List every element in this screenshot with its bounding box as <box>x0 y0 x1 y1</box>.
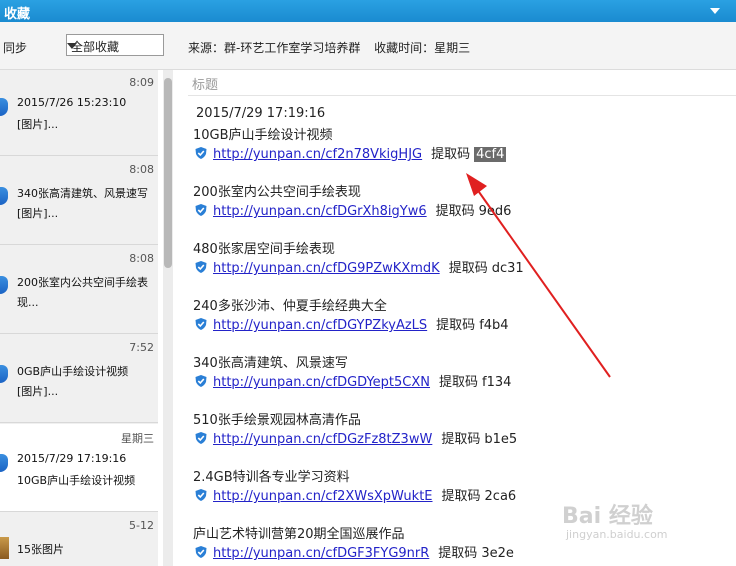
extraction-code: b1e5 <box>484 432 518 447</box>
list-item-line2: 10GB庐山手绘设计视频 <box>17 474 136 487</box>
share-link[interactable]: http://yunpan.cn/cfDGF3FYG9nrR <box>213 546 429 561</box>
share-link[interactable]: http://yunpan.cn/cfDG9PZwKXmdK <box>213 261 440 276</box>
detail-date: 2015/7/29 17:19:16 <box>196 106 326 121</box>
list-item-line1: 0GB庐山手绘设计视频 <box>17 365 129 378</box>
toolbar: 同步 全部收藏 来源：群-环艺工作室学习培养群 收藏时间：星期三 <box>0 22 736 70</box>
code-label: 提取码 <box>438 546 478 561</box>
list-item-line2: 现... <box>17 296 39 309</box>
code-label: 提取码 <box>431 147 471 162</box>
entry-title: 庐山艺术特训营第20期全国巡展作品 <box>193 527 405 542</box>
list-item-time: 星期三 <box>121 432 154 445</box>
source-label: 来源：群-环艺工作室学习培养群 <box>188 41 361 55</box>
code-label: 提取码 <box>439 375 479 390</box>
list-item[interactable]: 8:08 200张室内公共空间手绘表 现... <box>0 246 158 334</box>
list-item[interactable]: 8:09 2015/7/26 15:23:10 [图片]... <box>0 70 158 156</box>
code-label: 提取码 <box>448 261 488 276</box>
list-item-time: 5-12 <box>129 519 154 532</box>
shield-icon <box>194 260 208 274</box>
extraction-code: 4cf4 <box>474 147 507 162</box>
extraction-code: 2ca6 <box>484 489 517 504</box>
entry-link-row: http://yunpan.cn/cfDGDYept5CXN 提取码 f134 <box>194 371 511 390</box>
shield-icon <box>194 431 208 445</box>
entry-link-row: http://yunpan.cn/cfDGF3FYG9nrR 提取码 3e2e <box>194 542 514 561</box>
share-link[interactable]: http://yunpan.cn/cfDGYPZkyAzLS <box>213 318 427 333</box>
code-label: 提取码 <box>435 204 475 219</box>
share-link[interactable]: http://yunpan.cn/cf2XWsXpWuktE <box>213 489 433 504</box>
extraction-code: f4b4 <box>479 318 509 333</box>
filter-select[interactable]: 全部收藏 <box>66 34 164 56</box>
entry-title: 340张高清建筑、风景速写 <box>193 356 348 371</box>
favorite-detail: 标题 2015/7/29 17:19:16 10GB庐山手绘设计视频 http:/… <box>174 70 736 566</box>
favorites-list: 8:09 2015/7/26 15:23:10 [图片]... 8:08 340… <box>0 70 158 566</box>
filter-select-value: 全部收藏 <box>71 40 120 54</box>
share-link[interactable]: http://yunpan.cn/cf2n78VkigHJG <box>213 147 422 162</box>
entry-link-row: http://yunpan.cn/cf2n78VkigHJG 提取码 4cf4 <box>194 143 507 162</box>
entry-title: 10GB庐山手绘设计视频 <box>193 128 333 143</box>
list-item-line1: 15张图片 <box>17 543 64 556</box>
list-item-line2: [图片]... <box>17 207 59 220</box>
shield-icon <box>0 98 8 116</box>
shield-icon <box>0 276 8 294</box>
extraction-code: 3e2e <box>481 546 514 561</box>
shield-icon <box>194 203 208 217</box>
list-item-line2: [图片]... <box>17 385 59 398</box>
code-label: 提取码 <box>441 432 481 447</box>
share-link[interactable]: http://yunpan.cn/cfDGrXh8igYw6 <box>213 204 427 219</box>
list-item-time: 8:08 <box>129 163 154 176</box>
shield-icon <box>0 454 8 472</box>
list-item-time: 7:52 <box>129 341 154 354</box>
list-item-line1: 2015/7/29 17:19:16 <box>17 452 127 465</box>
list-item-line1: 200张室内公共空间手绘表 <box>17 276 148 289</box>
extraction-code: dc31 <box>491 261 524 276</box>
entry-title: 510张手绘景观园林高清作品 <box>193 413 361 428</box>
code-label: 提取码 <box>436 318 476 333</box>
shield-icon <box>194 545 208 559</box>
shield-icon <box>194 374 208 388</box>
list-item[interactable]: 8:08 340张高清建筑、风景速写 [图片]... <box>0 157 158 245</box>
window-titlebar: 收藏 <box>0 0 736 22</box>
share-link[interactable]: http://yunpan.cn/cfDGzFz8tZ3wW <box>213 432 432 447</box>
share-link[interactable]: http://yunpan.cn/cfDGDYept5CXN <box>213 375 430 390</box>
list-item-time: 8:08 <box>129 252 154 265</box>
baidu-watermark: Bai 经验 jingyan.baidu.com <box>562 498 668 541</box>
image-thumbnail-icon <box>0 537 9 559</box>
shield-icon <box>0 365 8 383</box>
list-item-selected[interactable]: 星期三 2015/7/29 17:19:16 10GB庐山手绘设计视频 <box>0 424 158 512</box>
list-item-line1: 2015/7/26 15:23:10 <box>17 96 127 109</box>
entry-title: 480张家居空间手绘表现 <box>193 242 335 257</box>
list-item-line1: 340张高清建筑、风景速写 <box>17 187 148 200</box>
list-item[interactable]: 5-12 15张图片 <box>0 513 158 566</box>
window-title: 收藏 <box>4 7 31 22</box>
extraction-code: f134 <box>482 375 512 390</box>
list-item-time: 8:09 <box>129 76 154 89</box>
entry-link-row: http://yunpan.cn/cfDGzFz8tZ3wW 提取码 b1e5 <box>194 428 517 447</box>
divider <box>188 95 736 96</box>
entry-link-row: http://yunpan.cn/cfDG9PZwKXmdK 提取码 dc31 <box>194 257 524 276</box>
collect-time-label: 收藏时间：星期三 <box>374 41 471 55</box>
shield-icon <box>194 146 208 160</box>
entry-title: 240多张沙沛、仲夏手绘经典大全 <box>193 299 387 314</box>
entry-link-row: http://yunpan.cn/cfDGrXh8igYw6 提取码 9ed6 <box>194 200 511 219</box>
scrollbar-thumb[interactable] <box>164 78 172 268</box>
entry-link-row: http://yunpan.cn/cf2XWsXpWuktE 提取码 2ca6 <box>194 485 516 504</box>
favorite-meta: 来源：群-环艺工作室学习培养群 收藏时间：星期三 <box>188 39 480 56</box>
entry-title: 200张室内公共空间手绘表现 <box>193 185 361 200</box>
entry-link-row: http://yunpan.cn/cfDGYPZkyAzLS 提取码 f4b4 <box>194 314 509 333</box>
list-item-line2: [图片]... <box>17 118 59 131</box>
extraction-code: 9ed6 <box>478 204 512 219</box>
list-scrollbar[interactable] <box>163 70 173 566</box>
code-label: 提取码 <box>441 489 481 504</box>
shield-icon <box>194 317 208 331</box>
sync-button[interactable]: 同步 <box>3 39 27 56</box>
detail-heading: 标题 <box>192 78 219 93</box>
watermark-site: jingyan.baidu.com <box>566 528 668 541</box>
watermark-brand: Bai 经验 <box>562 504 653 529</box>
entry-title: 2.4GB特训各专业学习资料 <box>193 470 350 485</box>
list-item[interactable]: 7:52 0GB庐山手绘设计视频 [图片]... <box>0 335 158 423</box>
shield-icon <box>0 187 8 205</box>
shield-icon <box>194 488 208 502</box>
chevron-down-icon[interactable] <box>708 4 722 18</box>
